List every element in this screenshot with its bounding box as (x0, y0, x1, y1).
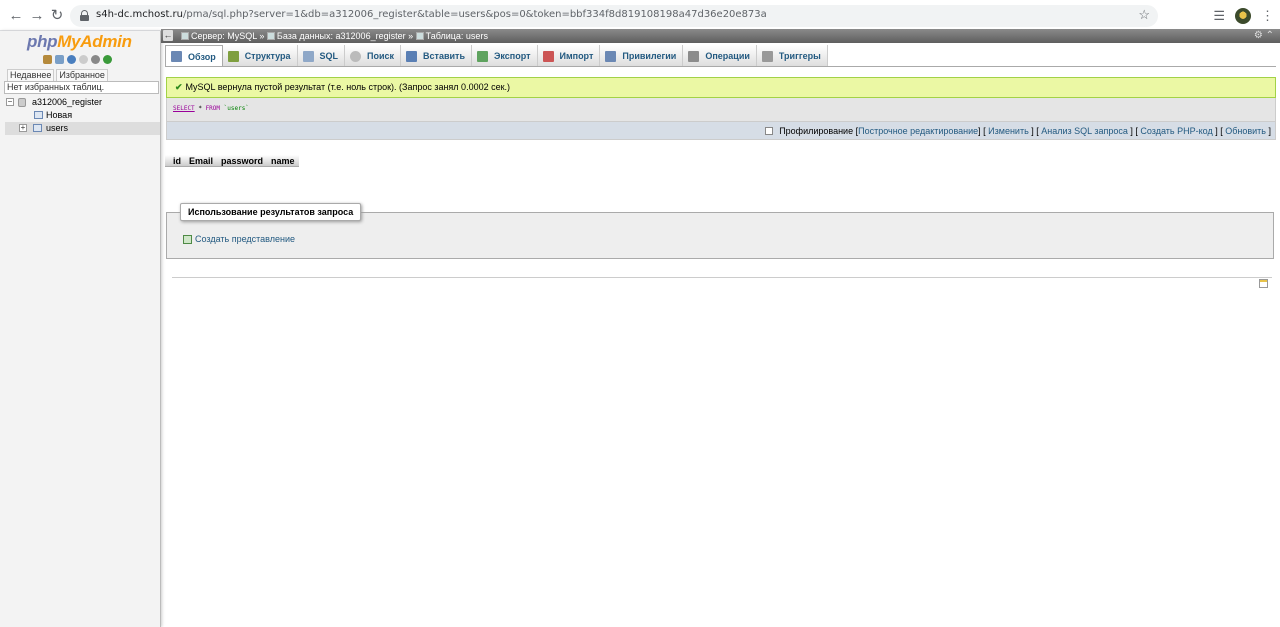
operations-icon (688, 50, 700, 62)
sql-icon (302, 50, 314, 62)
check-icon: ✔ (175, 82, 183, 92)
docs-icon[interactable] (79, 55, 88, 64)
search-icon (350, 50, 362, 62)
settings-gear-icon[interactable] (91, 55, 100, 64)
menu-divider (165, 66, 1276, 67)
export-icon (476, 50, 488, 62)
column-header[interactable]: password (217, 155, 267, 166)
structure-icon (227, 50, 239, 62)
browser-toolbar: ← → ↻ s4h-dc.mchost.ru/pma/sql.php?serve… (0, 0, 1280, 31)
collapse-top-icon[interactable]: ⌃ (1266, 30, 1274, 41)
tree-new-item[interactable]: Новая (5, 109, 160, 122)
profiling-checkbox[interactable] (765, 127, 774, 135)
breadcrumb: Сервер: MySQL » База данных: a312006_reg… (181, 29, 488, 43)
expand-icon[interactable]: + (19, 124, 27, 132)
query-tools-bar: Профилирование [Построчное редактировани… (166, 121, 1276, 140)
crumb-database[interactable]: База данных: a312006_register (277, 31, 406, 41)
tab-structure[interactable]: Структура (222, 45, 298, 67)
inline-edit-link[interactable]: Построчное редактирование (858, 126, 978, 136)
column-header[interactable]: Email (185, 155, 217, 166)
insert-icon (406, 50, 418, 62)
tab-sql[interactable]: SQL (297, 45, 346, 67)
tab-privileges[interactable]: Привилегии (600, 45, 684, 67)
database-icon (18, 98, 26, 107)
sql-star: * (198, 105, 202, 112)
main-menu: Обзор Структура SQL Поиск Вставить Экспо… (165, 45, 828, 67)
help-icon[interactable] (67, 55, 76, 64)
create-php-code-link[interactable]: Создать PHP-код (1140, 126, 1212, 136)
sql-select-keyword[interactable]: SELECT (173, 105, 195, 112)
console-icon[interactable] (1259, 279, 1268, 288)
back-icon[interactable]: ← (6, 6, 26, 26)
url-text: s4h-dc.mchost.ru/pma/sql.php?server=1&db… (96, 9, 767, 20)
gear-icon[interactable]: ⚙ (1254, 30, 1263, 41)
create-view-icon (183, 235, 192, 244)
menu-kebab-icon[interactable]: ⋮ (1261, 8, 1274, 24)
divider (172, 277, 1272, 278)
tree-db-item[interactable]: − a312006_register (5, 96, 160, 109)
profiling-label: Профилирование (779, 126, 854, 136)
tab-favorites[interactable]: Избранное (56, 69, 108, 81)
reload-icon[interactable]: ↻ (47, 6, 67, 26)
create-view-link[interactable]: Создать представление (183, 234, 295, 245)
explain-sql-link[interactable]: Анализ SQL запроса (1041, 126, 1128, 136)
profile-avatar[interactable] (1235, 8, 1251, 24)
home-icon[interactable] (43, 55, 52, 64)
triggers-icon (761, 50, 773, 62)
navigation-panel: phpMyAdmin Недавнее Избранное Нет избран… (0, 31, 161, 627)
result-table-header: id Email password name (165, 155, 299, 167)
media-queue-icon[interactable]: ☰ (1213, 8, 1225, 24)
tab-recent[interactable]: Недавнее (7, 69, 55, 81)
phpmyadmin-logo[interactable]: phpMyAdmin (27, 32, 132, 52)
crumb-separator: » (408, 31, 414, 41)
collapse-icon[interactable]: − (6, 98, 14, 106)
bookmark-star-icon[interactable]: ☆ (1138, 7, 1150, 23)
new-table-link[interactable]: Новая (46, 109, 72, 122)
breadcrumb-bar: ← Сервер: MySQL » База данных: a312006_r… (161, 29, 1280, 43)
collapse-panel-icon[interactable]: ← (163, 30, 173, 41)
tab-triggers[interactable]: Триггеры (756, 45, 828, 67)
tab-import[interactable]: Импорт (537, 45, 601, 67)
forward-icon[interactable]: → (27, 6, 47, 26)
tree-table-item[interactable]: + users (5, 122, 160, 135)
tab-insert[interactable]: Вставить (401, 45, 472, 67)
tab-export[interactable]: Экспорт (471, 45, 538, 67)
nav-icon-row (43, 55, 112, 64)
tab-search[interactable]: Поиск (345, 45, 402, 67)
column-header[interactable]: name (267, 155, 299, 166)
db-name[interactable]: a312006_register (32, 96, 102, 109)
browse-icon (171, 51, 182, 62)
tab-browse[interactable]: Обзор (165, 45, 223, 67)
table-crumb-icon (415, 32, 424, 40)
success-message: ✔ MySQL вернула пустой результат (т.е. но… (166, 77, 1276, 98)
logout-icon[interactable] (55, 55, 64, 64)
db-tree: − a312006_register Новая + users (5, 96, 160, 135)
sql-from-keyword: FROM (205, 105, 221, 112)
tab-operations[interactable]: Операции (683, 45, 757, 67)
address-bar[interactable]: s4h-dc.mchost.ru/pma/sql.php?server=1&db… (70, 5, 1158, 27)
sql-table-name: `users` (223, 105, 249, 112)
favorites-list: Нет избранных таблиц. (4, 81, 159, 94)
query-results-legend: Использование результатов запроса (180, 203, 362, 221)
crumb-table[interactable]: Таблица: users (426, 31, 488, 41)
sql-query-box[interactable]: SELECT * FROM `users` (166, 98, 1276, 121)
lock-icon (80, 10, 89, 21)
refresh-link[interactable]: Обновить (1225, 126, 1266, 136)
table-icon (33, 124, 42, 132)
import-icon (542, 50, 554, 62)
server-icon (181, 32, 189, 40)
privileges-icon (605, 50, 617, 62)
column-header[interactable]: id (165, 155, 185, 166)
crumb-server[interactable]: Сервер: MySQL (191, 31, 257, 41)
crumb-separator: » (259, 31, 265, 41)
database-crumb-icon (266, 32, 275, 40)
edit-link[interactable]: Изменить (988, 126, 1029, 136)
new-table-icon (34, 111, 43, 119)
reload-nav-icon[interactable] (103, 55, 112, 64)
table-name[interactable]: users (46, 122, 68, 135)
